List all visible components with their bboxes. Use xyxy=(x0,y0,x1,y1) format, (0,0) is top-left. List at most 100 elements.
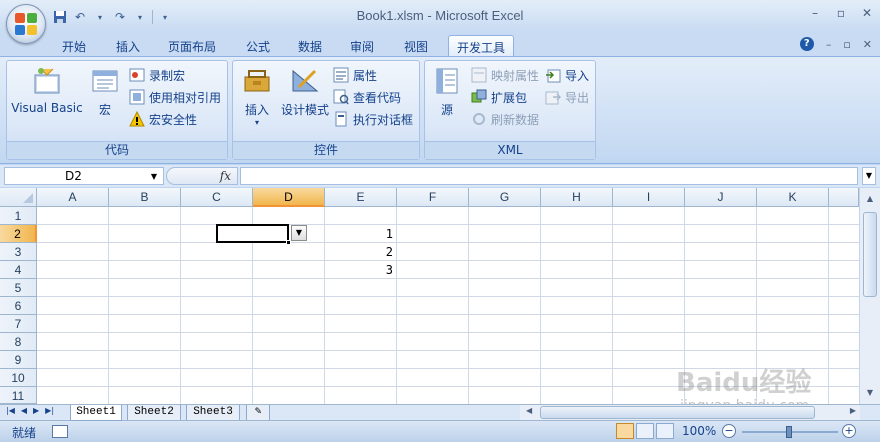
formula-input[interactable] xyxy=(240,167,858,185)
horizontal-scroll-thumb[interactable] xyxy=(540,406,815,419)
tab-developer[interactable]: 开发工具 xyxy=(448,35,515,56)
workbook-controls: ? – ▫ ✕ xyxy=(799,37,872,51)
minimize-icon[interactable]: – xyxy=(808,6,822,20)
cell-e4[interactable]: 3 xyxy=(325,261,397,279)
run-dialog-label: 执行对话框 xyxy=(353,112,414,127)
help-icon[interactable]: ? xyxy=(799,37,814,51)
zoom-level[interactable]: 100% xyxy=(682,424,716,438)
zoom-slider-thumb[interactable] xyxy=(786,426,792,438)
expansion-packs-button[interactable]: 扩展包 xyxy=(471,87,527,107)
macro-security-button[interactable]: 宏安全性 xyxy=(129,109,197,129)
relative-reference-button[interactable]: 使用相对引用 xyxy=(129,87,221,107)
restore-icon[interactable]: ▫ xyxy=(834,6,848,20)
row-header[interactable]: 4 xyxy=(0,261,37,279)
zoom-out-icon[interactable]: − xyxy=(722,424,736,438)
record-macro-status-icon[interactable] xyxy=(52,425,68,438)
column-header[interactable]: C xyxy=(181,188,253,207)
export-button[interactable]: 导出 xyxy=(545,87,589,107)
next-sheet-icon[interactable]: ▶ xyxy=(33,406,39,415)
column-header[interactable]: F xyxy=(397,188,469,207)
insert-control-button[interactable]: 插入 ▾ xyxy=(237,65,277,127)
scroll-right-icon[interactable]: ▶ xyxy=(850,406,856,415)
sheet-tab-bar: |◀ ◀ ▶ ▶| Sheet1 Sheet2 Sheet3 ✎ ◀ ▶ xyxy=(0,404,880,421)
select-all-button[interactable] xyxy=(0,188,37,207)
close-icon[interactable]: ✕ xyxy=(860,6,874,20)
cell-dropdown-icon[interactable]: ▼ xyxy=(291,225,307,241)
vertical-scroll-thumb[interactable] xyxy=(863,212,877,297)
wb-minimize-icon[interactable]: – xyxy=(826,38,832,51)
column-header[interactable]: H xyxy=(541,188,613,207)
refresh-icon xyxy=(471,111,487,127)
active-cell-d2[interactable] xyxy=(216,224,291,245)
visual-basic-button[interactable]: Visual Basic xyxy=(11,65,83,115)
insert-function-icon[interactable]: fx xyxy=(220,169,231,183)
column-header[interactable]: A xyxy=(37,188,109,207)
row-header[interactable]: 6 xyxy=(0,297,37,315)
tab-formulas[interactable]: 公式 xyxy=(238,35,278,56)
zoom-in-icon[interactable]: + xyxy=(842,424,856,438)
scroll-down-icon[interactable]: ▼ xyxy=(863,386,877,400)
group-controls: 插入 ▾ 设计模式 属性 查看代码 执行对话框 控件 xyxy=(232,60,420,160)
wb-restore-icon[interactable]: ▫ xyxy=(843,38,850,51)
insert-dropdown-icon: ▾ xyxy=(254,118,259,127)
tab-view[interactable]: 视图 xyxy=(396,35,436,56)
source-button[interactable]: 源 xyxy=(429,65,465,118)
row-header[interactable]: 9 xyxy=(0,351,37,369)
wb-close-icon[interactable]: ✕ xyxy=(863,38,872,51)
normal-view-icon[interactable] xyxy=(616,423,634,439)
design-mode-button[interactable]: 设计模式 xyxy=(277,65,333,118)
column-header[interactable]: I xyxy=(613,188,685,207)
macros-button[interactable]: 宏 xyxy=(87,65,123,118)
record-macro-button[interactable]: 录制宏 xyxy=(129,65,185,85)
horizontal-scrollbar[interactable]: ◀ ▶ xyxy=(520,405,860,420)
office-button[interactable] xyxy=(6,4,46,44)
column-header[interactable]: K xyxy=(757,188,829,207)
tab-home[interactable]: 开始 xyxy=(54,35,94,56)
row-header[interactable]: 8 xyxy=(0,333,37,351)
last-sheet-icon[interactable]: ▶| xyxy=(45,406,54,415)
page-layout-view-icon[interactable] xyxy=(636,423,654,439)
view-code-button[interactable]: 查看代码 xyxy=(333,87,401,107)
tab-data[interactable]: 数据 xyxy=(290,35,330,56)
first-sheet-icon[interactable]: |◀ xyxy=(6,406,15,415)
run-dialog-button[interactable]: 执行对话框 xyxy=(333,109,413,129)
row-header[interactable]: 2 xyxy=(0,225,37,243)
sheet-tab-sheet2[interactable]: Sheet2 xyxy=(127,405,181,421)
page-break-view-icon[interactable] xyxy=(656,423,674,439)
tab-review[interactable]: 审阅 xyxy=(342,35,382,56)
row-header[interactable]: 5 xyxy=(0,279,37,297)
row-header[interactable]: 10 xyxy=(0,369,37,387)
scroll-up-icon[interactable]: ▲ xyxy=(863,192,877,206)
insert-sheet-icon[interactable]: ✎ xyxy=(246,405,270,421)
tab-page-layout[interactable]: 页面布局 xyxy=(160,35,224,56)
row-header[interactable]: 11 xyxy=(0,387,37,404)
name-box-dropdown-icon[interactable]: ▼ xyxy=(151,169,157,185)
tab-insert[interactable]: 插入 xyxy=(108,35,148,56)
sheet-tab-sheet3[interactable]: Sheet3 xyxy=(186,405,240,421)
sheet-tab-sheet1[interactable]: Sheet1 xyxy=(70,405,122,421)
properties-button[interactable]: 属性 xyxy=(333,65,377,85)
relative-reference-icon xyxy=(129,89,145,105)
vertical-scrollbar[interactable]: ▲ ▼ xyxy=(859,188,880,404)
name-box[interactable]: D2 ▼ xyxy=(4,167,164,185)
map-properties-button[interactable]: 映射属性 xyxy=(471,65,539,85)
import-button[interactable]: 导入 xyxy=(545,65,589,85)
column-header[interactable]: D xyxy=(253,188,325,207)
row-header[interactable]: 7 xyxy=(0,315,37,333)
prev-sheet-icon[interactable]: ◀ xyxy=(21,406,27,415)
column-header-partial[interactable] xyxy=(829,188,859,207)
row-header[interactable]: 3 xyxy=(0,243,37,261)
row-header[interactable]: 1 xyxy=(0,207,37,225)
column-header[interactable]: J xyxy=(685,188,757,207)
column-header[interactable]: G xyxy=(469,188,541,207)
cell-e2[interactable]: 1 xyxy=(325,225,397,243)
map-properties-label: 映射属性 xyxy=(491,68,540,83)
cell-e3[interactable]: 2 xyxy=(325,243,397,261)
design-mode-icon xyxy=(289,65,321,97)
column-header[interactable]: B xyxy=(109,188,181,207)
refresh-data-button[interactable]: 刷新数据 xyxy=(471,109,539,129)
expand-formula-bar-icon[interactable]: ▼ xyxy=(862,167,876,185)
properties-label: 属性 xyxy=(353,68,378,83)
column-header[interactable]: E xyxy=(325,188,397,207)
scroll-left-icon[interactable]: ◀ xyxy=(526,406,532,415)
